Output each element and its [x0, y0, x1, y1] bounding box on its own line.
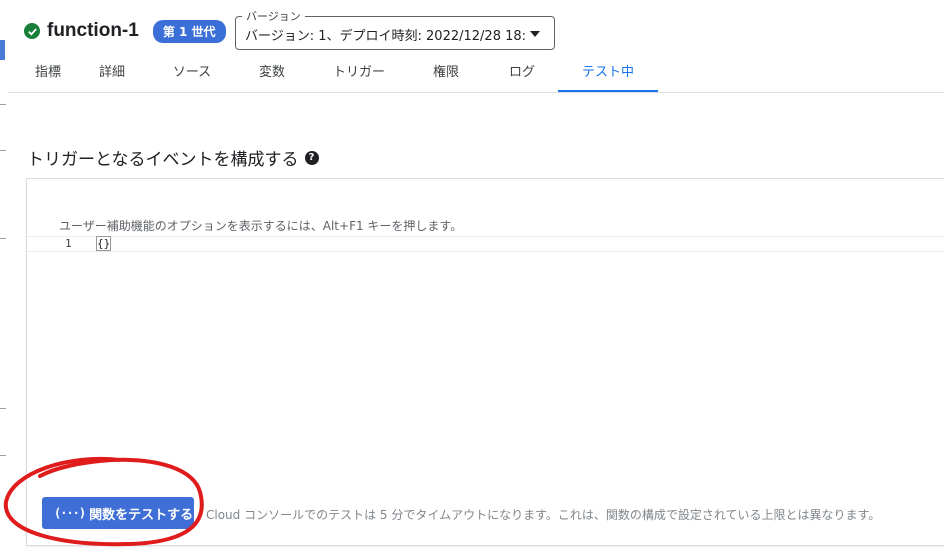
tab-metrics[interactable]: 指標 [18, 56, 78, 92]
tab-testing[interactable]: テスト中 [558, 56, 658, 92]
tab-variables[interactable]: 変数 [240, 56, 304, 92]
left-panel-edge [0, 0, 8, 560]
function-header: function-1 第 1 世代 [24, 10, 226, 52]
tab-logs[interactable]: ログ [492, 56, 552, 92]
test-function-button[interactable]: (···) 関数をテストする [42, 497, 194, 529]
left-panel-selected-marker [0, 40, 5, 60]
caret-down-icon [530, 31, 540, 37]
function-name: function-1 [47, 20, 139, 41]
accessibility-hint: ユーザー補助機能のオプションを表示するには、Alt+F1 キーを押します。 [59, 219, 463, 233]
left-panel-tick [0, 238, 6, 239]
editor-line[interactable]: 1 {} [27, 236, 944, 252]
left-panel-tick [0, 455, 6, 456]
test-function-button-label: 関数をテストする [89, 507, 194, 523]
version-select[interactable]: バージョン バージョン: 1、デプロイ時刻: 2022/12/28 18:... [235, 8, 555, 50]
left-panel-tick [0, 408, 6, 409]
trigger-event-title: トリガーとなるイベントを構成する ? [27, 145, 319, 170]
tab-source[interactable]: ソース [156, 56, 228, 92]
tab-permissions[interactable]: 権限 [414, 56, 478, 92]
line-code[interactable]: {} [95, 236, 112, 251]
help-icon[interactable]: ? [304, 150, 319, 165]
json-braces: {} [95, 236, 112, 251]
tab-bar: 指標 詳細 ソース 変数 トリガー 権限 ログ テスト中 [8, 56, 944, 93]
cloud-function-test-page: function-1 第 1 世代 バージョン バージョン: 1、デプロイ時刻:… [0, 0, 944, 560]
function-icon: (···) [54, 506, 86, 520]
tab-triggers[interactable]: トリガー [318, 56, 400, 92]
check-circle-icon [24, 23, 40, 39]
version-select-label: バージョン [242, 8, 305, 24]
tab-details[interactable]: 詳細 [82, 56, 142, 92]
left-panel-tick [0, 104, 6, 105]
generation-badge: 第 1 世代 [152, 19, 226, 43]
event-json-editor[interactable]: ユーザー補助機能のオプションを表示するには、Alt+F1 キーを押します。 1 … [26, 178, 944, 546]
version-select-value: バージョン: 1、デプロイ時刻: 2022/12/28 18:... [245, 29, 525, 44]
section-heading: トリガーとなるイベントを構成する [27, 150, 299, 170]
left-panel-tick [0, 150, 6, 151]
line-number: 1 [65, 237, 72, 250]
timeout-note: Cloud コンソールでのテストは 5 分でタイムアウトになります。これは、関数… [206, 508, 881, 522]
